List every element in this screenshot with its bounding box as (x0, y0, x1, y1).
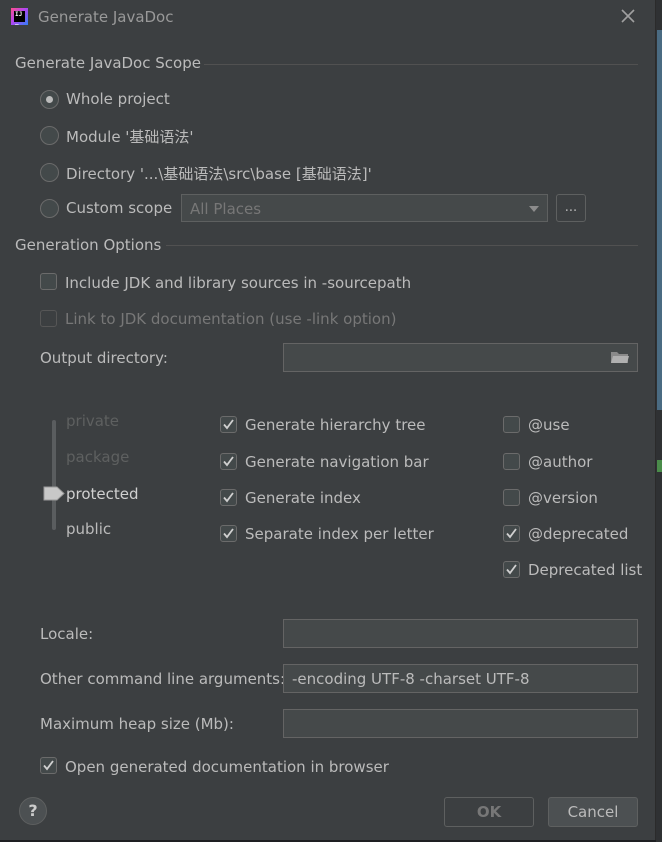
other-args-input[interactable]: -encoding UTF-8 -charset UTF-8 (283, 664, 638, 693)
include-jdk-checkbox[interactable] (40, 273, 57, 290)
deprecated-list-checkbox[interactable] (503, 561, 520, 578)
generation-section-title: Generation Options (15, 236, 162, 254)
scope-divider (204, 64, 638, 65)
help-button[interactable]: ? (19, 797, 47, 825)
tag-deprecated-checkbox[interactable] (503, 525, 520, 542)
radio-custom-scope[interactable] (40, 199, 59, 218)
open-browser-label: Open generated documentation in browser (65, 758, 389, 776)
output-directory-field[interactable] (283, 343, 638, 372)
generate-index-label: Generate index (245, 489, 361, 507)
tag-use-checkbox[interactable] (503, 416, 520, 433)
deprecated-list-label: Deprecated list (528, 561, 643, 579)
radio-directory-label: Directory '...\基础语法\src\base [基础语法]' (66, 165, 372, 183)
radio-directory[interactable] (40, 163, 59, 182)
radio-custom-scope-label: Custom scope (66, 199, 173, 217)
radio-module[interactable] (40, 126, 59, 145)
hierarchy-tree-label: Generate hierarchy tree (245, 416, 426, 434)
generation-divider (166, 245, 638, 246)
custom-scope-value: All Places (190, 200, 262, 218)
visibility-slider-thumb[interactable] (43, 486, 65, 501)
other-args-label: Other command line arguments: (40, 670, 286, 688)
include-jdk-label: Include JDK and library sources in -sour… (65, 274, 412, 292)
ok-button[interactable]: OK (444, 797, 534, 827)
radio-whole-project[interactable] (40, 90, 59, 109)
visibility-package[interactable]: package (66, 448, 129, 466)
folder-icon[interactable] (610, 350, 630, 369)
visibility-public[interactable]: public (66, 520, 111, 538)
output-directory-label: Output directory: (40, 349, 168, 367)
scope-section-title: Generate JavaDoc Scope (15, 54, 201, 72)
radio-whole-project-label: Whole project (66, 90, 170, 108)
separate-index-label: Separate index per letter (245, 525, 434, 543)
intellij-idea-icon: IJ _ (11, 8, 28, 25)
custom-scope-select[interactable]: All Places (181, 194, 548, 222)
tag-version-label: @version (528, 489, 598, 507)
heap-size-label: Maximum heap size (Mb): (40, 715, 234, 733)
background-scrollbar (657, 30, 662, 410)
link-jdk-checkbox[interactable] (40, 310, 57, 327)
open-browser-checkbox[interactable] (40, 757, 57, 774)
tag-deprecated-label: @deprecated (528, 525, 629, 543)
background-indicator (657, 460, 662, 472)
chevron-down-icon (529, 206, 539, 212)
visibility-protected[interactable]: protected (66, 485, 139, 503)
generate-index-checkbox[interactable] (220, 489, 237, 506)
tag-version-checkbox[interactable] (503, 489, 520, 506)
tag-author-label: @author (528, 453, 593, 471)
locale-label: Locale: (40, 625, 94, 643)
hierarchy-tree-checkbox[interactable] (220, 416, 237, 433)
close-icon[interactable] (620, 8, 636, 24)
heap-size-input[interactable] (283, 709, 638, 738)
tag-use-label: @use (528, 416, 570, 434)
cancel-button[interactable]: Cancel (548, 797, 638, 827)
radio-module-label: Module '基础语法' (66, 128, 194, 146)
locale-input[interactable] (283, 619, 638, 648)
separate-index-checkbox[interactable] (220, 525, 237, 542)
generate-javadoc-dialog: IJ _ Generate JavaDoc Generate JavaDoc Sc… (0, 0, 656, 840)
link-jdk-label: Link to JDK documentation (use -link opt… (65, 310, 397, 328)
navigation-bar-checkbox[interactable] (220, 453, 237, 470)
navigation-bar-label: Generate navigation bar (245, 453, 429, 471)
visibility-slider-track[interactable] (52, 420, 56, 530)
visibility-private[interactable]: private (66, 412, 119, 430)
browse-scope-button[interactable]: ... (556, 194, 586, 222)
other-args-value: -encoding UTF-8 -charset UTF-8 (292, 670, 530, 688)
tag-author-checkbox[interactable] (503, 453, 520, 470)
window-title: Generate JavaDoc (38, 8, 174, 26)
